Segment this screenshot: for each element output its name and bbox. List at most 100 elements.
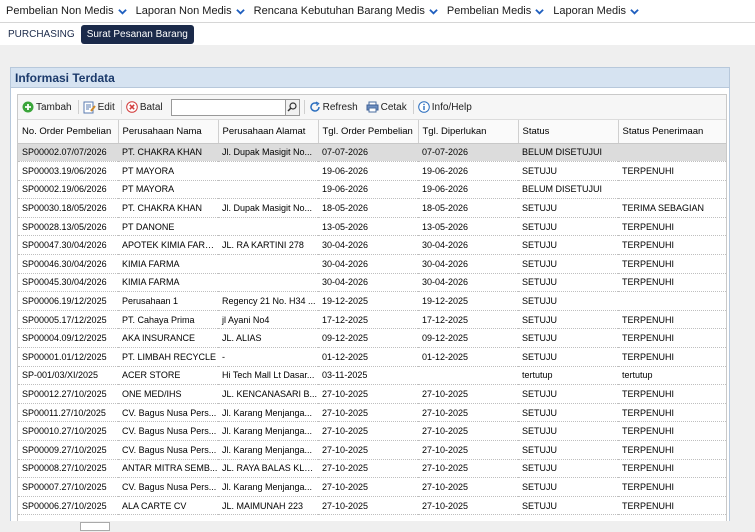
table-cell: 13-05-2026 (318, 217, 418, 237)
nav-laporan-non-medis[interactable]: Laporan Non Medis (136, 5, 245, 17)
table-cell: TERPENUHI (618, 217, 726, 237)
table-row[interactable]: SP00046.30/04/2026 KIMIA FARMA 30-04-2026 3… (18, 254, 726, 274)
table-cell: 27-10-2025 (418, 440, 518, 460)
search-button[interactable] (285, 98, 300, 116)
table-cell: 30-04-2026 (418, 254, 518, 274)
add-button[interactable]: Tambah (22, 101, 72, 113)
table-cell: SETUJU (518, 496, 618, 516)
print-label: Cetak (380, 101, 407, 113)
table-row[interactable]: SP00045.30/04/2026 KIMIA FARMA 30-04-2026 3… (18, 273, 726, 293)
table-cell: 01-12-2025 (418, 347, 518, 367)
column-header[interactable]: Tgl. Diperlukan (418, 120, 519, 144)
edit-button[interactable]: Edit (83, 101, 115, 114)
table-row[interactable]: SP00002.07/07/2026 PT. CHAKRA KHAN Jl. Dup… (18, 143, 726, 163)
breadcrumb-current[interactable]: Surat Pesanan Barang (80, 24, 194, 44)
table-cell: SP00007.27/10/2025 (18, 477, 118, 497)
table-row[interactable]: SP00009.27/10/2025 CV. Bagus Nusa Pers...… (18, 440, 726, 460)
table-cell: 27-10-2025 (318, 477, 418, 497)
column-header[interactable]: Perusahaan Alamat (218, 120, 319, 144)
table-row[interactable]: SP00011.27/10/2025 CV. Bagus Nusa Pers...… (18, 403, 726, 423)
table-cell (218, 161, 318, 181)
table-cell: 07-07-2026 (418, 143, 518, 163)
table-cell: SP00001.01/12/2025 (18, 347, 118, 367)
breadcrumb-parent[interactable]: PURCHASING (8, 29, 75, 40)
table-cell: TERPENUHI (618, 273, 726, 293)
help-button[interactable]: Info/Help (417, 101, 472, 113)
table-row[interactable]: SP00012.27/10/2025 ONE MED/IHS JL. KENCANA… (18, 384, 726, 404)
table-cell: BELUM DISETUJUI (518, 143, 618, 163)
nav-laporan-medis[interactable]: Laporan Medis (553, 5, 639, 17)
table-cell (618, 180, 726, 200)
table-cell: SETUJU (518, 440, 618, 460)
panel-title: Informasi Terdata (11, 68, 729, 88)
table-cell: TERIMA SEBAGIAN (618, 198, 726, 218)
table-row[interactable]: SP00010.27/10/2025 CV. Bagus Nusa Pers...… (18, 421, 726, 441)
table-cell: Jl. Karang Menjanga... (218, 477, 318, 497)
table-cell (218, 217, 318, 237)
table-cell: ANTAR MITRA SEMB... (118, 459, 218, 479)
table-cell: 19-06-2026 (318, 161, 418, 181)
table-row[interactable]: SP00004.09/12/2025 AKA INSURANCE JL. ALIAS… (18, 328, 726, 349)
print-button[interactable]: Cetak (366, 101, 407, 113)
table-row[interactable]: SP00003.19/06/2026 PT MAYORA 19-06-2026 19-… (18, 161, 726, 181)
table-row[interactable]: SP00007.27/10/2025 CV. Bagus Nusa Pers...… (18, 477, 726, 497)
refresh-button[interactable]: Refresh (309, 101, 358, 113)
column-header[interactable]: Perusahaan Nama (118, 120, 219, 144)
table-row[interactable]: SP00006.27/10/2025 ALA CARTE CV JL. MAIMUN… (18, 496, 726, 516)
table-row[interactable]: SP-001/03/XI/2025 ACER STORE Hi Tech Mall … (18, 366, 726, 386)
table-cell: TERPENUHI (618, 347, 726, 367)
table-row[interactable]: SP00002.19/06/2026 PT MAYORA 19-06-2026 19-… (18, 180, 726, 200)
table-row[interactable]: SP00008.27/10/2025 ANTAR MITRA SEMB... JL.… (18, 459, 726, 479)
table-cell: 19-12-2025 (418, 291, 518, 311)
cancel-label: Batal (139, 101, 163, 113)
table-cell: SP00003.19/06/2026 (18, 161, 118, 181)
table-cell (218, 273, 318, 293)
table-cell: SETUJU (518, 273, 618, 293)
table-cell: SETUJU (518, 328, 618, 349)
toolbar-divider (412, 100, 414, 114)
table-cell: Jl. Karang Menjanga... (218, 403, 318, 423)
nav-pembelian-non-medis[interactable]: Pembelian Non Medis (6, 5, 127, 17)
table-cell: 18-05-2026 (318, 198, 418, 218)
column-header[interactable]: Status (518, 120, 619, 144)
table-cell: SP00028.13/05/2026 (18, 217, 118, 237)
table-cell: 17-12-2025 (418, 310, 518, 330)
search-icon (287, 102, 297, 112)
data-grid: Tambah Edit Batal Refresh Cetak Info/Hel… (17, 94, 727, 532)
table-cell: PT. Cahaya Prima (118, 310, 218, 330)
table-row[interactable]: SP00030.18/05/2026 PT. CHAKRA KHAN Jl. Dup… (18, 198, 726, 218)
table-cell: TERPENUHI (618, 254, 726, 274)
table-row[interactable]: SP00006.19/12/2025 Perusahaan 1 Regency 21… (18, 291, 726, 311)
table-cell: Jl. Dupak Masigit No... (218, 198, 318, 218)
table-cell: 27-10-2025 (418, 403, 518, 423)
table-cell: 30-04-2026 (318, 254, 418, 274)
page-number-input[interactable] (80, 522, 110, 531)
table-row[interactable]: SP00001.01/12/2025 PT. LIMBAH RECYCLE -01-… (18, 347, 726, 367)
cancel-button[interactable]: Batal (126, 101, 163, 113)
chevron-down-icon (535, 8, 544, 15)
table-cell: TERPENUHI (618, 161, 726, 181)
column-header[interactable]: No. Order Pembelian (18, 120, 119, 144)
table-cell: Perusahaan 1 (118, 291, 218, 311)
table-cell: BELUM DISETUJUI (518, 180, 618, 200)
table-cell: SP00047.30/04/2026 (18, 235, 118, 256)
nav-label: Rencana Kebutuhan Barang Medis (253, 5, 425, 17)
table-cell: SP00002.19/06/2026 (18, 180, 118, 200)
table-cell: 19-06-2026 (318, 180, 418, 200)
table-row[interactable]: SP00047.30/04/2026 APOTEK KIMIA FARMA JL. … (18, 235, 726, 256)
table-cell: SETUJU (518, 161, 618, 181)
table-row[interactable]: SP00005.17/12/2025 PT. Cahaya Prima jl Aya… (18, 310, 726, 330)
nav-pembelian-medis[interactable]: Pembelian Medis (447, 5, 544, 17)
table-cell: 18-05-2026 (418, 198, 518, 218)
search-input[interactable] (170, 98, 286, 116)
table-cell: SP00045.30/04/2026 (18, 273, 118, 293)
table-cell: PT. CHAKRA KHAN (118, 198, 218, 218)
table-cell: Hi Tech Mall Lt Dasar... (218, 366, 318, 386)
table-row[interactable]: SP00028.13/05/2026 PT DANONE 13-05-2026 13-… (18, 217, 726, 237)
refresh-label: Refresh (322, 101, 358, 113)
nav-rencana-kebutuhan-barang-medis[interactable]: Rencana Kebutuhan Barang Medis (254, 5, 438, 17)
column-header[interactable]: Tgl. Order Pembelian (318, 120, 419, 144)
table-cell: TERPENUHI (618, 403, 726, 423)
printer-icon (366, 101, 379, 113)
column-header[interactable]: Status Penerimaan (618, 120, 726, 144)
